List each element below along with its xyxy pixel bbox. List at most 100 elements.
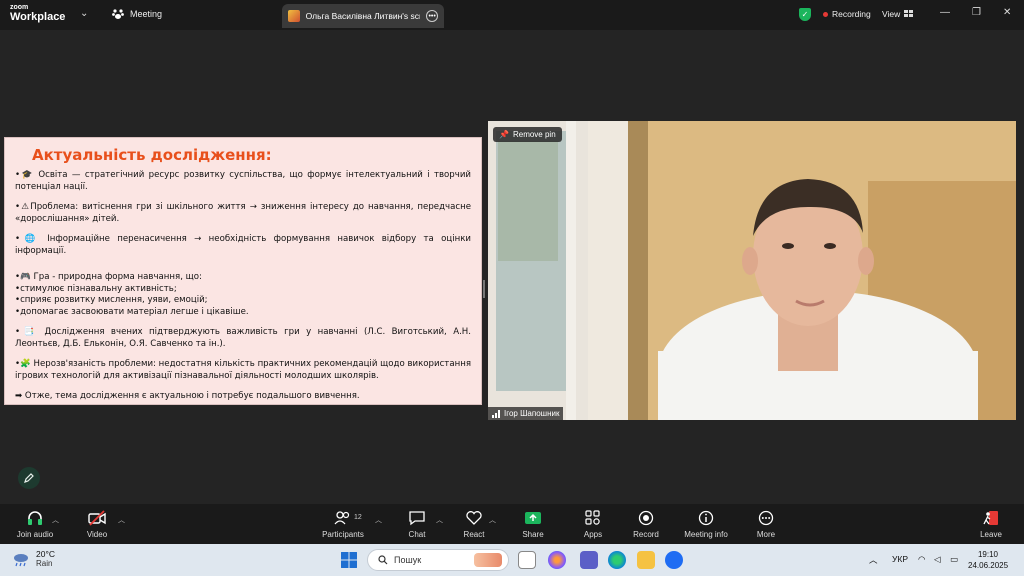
more-button[interactable]: More	[736, 510, 796, 539]
video-options-caret-icon[interactable]: ︿	[118, 515, 125, 525]
slide-paragraph: •⚠Проблема: витіснення гри зі шкільного …	[15, 202, 471, 224]
zoom-app-icon[interactable]	[665, 551, 683, 569]
pin-icon: 📌	[499, 130, 509, 139]
apps-button[interactable]: Apps	[563, 510, 623, 539]
slide-paragraph: •🧩 Нерозв'язаність проблеми: недостатня …	[15, 359, 471, 381]
more-options-icon[interactable]: •••	[426, 10, 438, 22]
join-audio-label: Join audio	[16, 530, 54, 539]
heart-icon	[466, 511, 482, 525]
participants-caret-icon[interactable]: ︿	[375, 515, 382, 525]
title-bar: zoom Workplace ⌄ Meeting Ольга Василівна…	[0, 0, 1024, 30]
remove-pin-label: Remove pin	[512, 130, 556, 139]
slide-paragraph: •🎓 Освіта — стратегічний ресурс розвитку…	[15, 170, 471, 192]
share-button[interactable]: Share	[503, 510, 563, 539]
paw-icon	[112, 9, 124, 19]
share-screen-icon	[525, 512, 541, 524]
avatar-icon	[288, 10, 300, 22]
minimize-icon[interactable]: —	[940, 7, 950, 18]
react-label: React	[463, 530, 485, 539]
temperature: 20°C	[36, 549, 55, 559]
system-clock[interactable]: 19:10 24.06.2025	[968, 549, 1008, 571]
leave-label: Leave	[980, 530, 1002, 539]
weather-condition: Rain	[36, 559, 53, 568]
slide-paragraph: ➡ Отже, тема дослідження є актуальною і …	[15, 391, 360, 401]
weather-widget[interactable]: 20°C Rain	[12, 549, 55, 568]
windows-taskbar: 20°C Rain Пошук ︿ УКР ◠ ◁ ▭ 19:10 24.06.…	[0, 544, 1024, 576]
participants-button[interactable]: Participants	[313, 510, 373, 539]
copilot-icon[interactable]	[548, 551, 566, 569]
show-hidden-icons-caret-icon[interactable]: ︿	[869, 554, 878, 566]
recording-dot-icon	[823, 11, 828, 17]
clock-date: 24.06.2025	[968, 561, 1009, 570]
recording-label: Recording	[832, 9, 871, 19]
video-off-icon	[88, 510, 106, 526]
video-frame-image	[488, 121, 1016, 420]
task-view-icon[interactable]	[518, 551, 536, 569]
wifi-icon[interactable]: ◠	[918, 554, 925, 565]
chat-caret-icon[interactable]: ︿	[436, 515, 443, 525]
teams-icon[interactable]	[580, 551, 598, 569]
share-tab-label: Ольга Василівна Литвин's scree	[305, 11, 421, 21]
pencil-icon	[24, 473, 34, 483]
participant-video[interactable]: 📌 Remove pin Ігор Шапошник	[488, 121, 1016, 420]
record-label: Record	[633, 530, 659, 539]
slide-list-item: •стимулює пізнавальну активність;	[15, 283, 177, 294]
headphones-icon	[28, 511, 42, 525]
resize-handle[interactable]	[483, 280, 485, 298]
signal-bars-icon	[492, 409, 500, 418]
info-icon	[698, 510, 714, 526]
screen-share-tab[interactable]: Ольга Василівна Литвин's scree •••	[282, 4, 444, 28]
slide-paragraph: •📑 Дослідження вчених підтверджують важл…	[15, 327, 471, 349]
recording-indicator[interactable]: Recording	[823, 9, 871, 19]
annotate-pencil-button[interactable]	[18, 467, 40, 489]
video-label: Video	[86, 530, 108, 539]
battery-icon[interactable]: ▭	[950, 554, 958, 565]
slide-paragraph: •🌐 Інформаційне перенасичення → необхідн…	[15, 234, 471, 256]
close-icon[interactable]: ✕	[1003, 7, 1011, 18]
participants-label: Participants	[322, 530, 364, 539]
record-icon	[638, 510, 654, 526]
language-indicator[interactable]: УКР	[892, 554, 908, 564]
apps-icon	[585, 510, 600, 525]
audio-options-caret-icon[interactable]: ︿	[52, 515, 59, 525]
slide-list-item: •сприяє розвитку мислення, уяви, емоцій;	[15, 295, 208, 305]
participants-icon	[334, 511, 350, 525]
meeting-menu[interactable]: Meeting	[112, 8, 162, 20]
leave-icon	[983, 511, 998, 525]
chevron-down-icon[interactable]: ⌄	[80, 8, 88, 19]
slide-list-item: •допомагає засвоювати матеріал легше і ц…	[15, 306, 249, 317]
meeting-info-button[interactable]: Meeting info	[676, 510, 736, 539]
file-explorer-icon[interactable]	[637, 551, 655, 569]
search-icon	[378, 555, 388, 565]
edge-icon[interactable]	[608, 551, 626, 569]
search-placeholder: Пошук	[394, 555, 422, 565]
windows-start-icon[interactable]	[340, 551, 358, 569]
meeting-label: Meeting	[130, 9, 163, 19]
view-grid-icon	[904, 10, 914, 17]
taskbar-search[interactable]: Пошук	[367, 549, 509, 571]
zoom-logo[interactable]: zoom Workplace	[10, 4, 65, 23]
react-caret-icon[interactable]: ︿	[489, 515, 496, 525]
participants-count: 12	[354, 514, 362, 521]
restore-icon[interactable]: ❐	[972, 7, 981, 18]
apps-label: Apps	[583, 530, 603, 539]
participant-name-tag: Ігор Шапошник	[488, 407, 564, 420]
meeting-toolbar: Join audio ︿ Video ︿ Participants 12 ︿ C…	[0, 504, 1024, 544]
search-highlight-image	[474, 553, 502, 567]
shared-screen-slide: Актуальність дослідження: •🎓 Освіта — ст…	[4, 137, 482, 405]
rain-cloud-icon	[14, 553, 28, 566]
volume-icon[interactable]: ◁	[934, 554, 941, 565]
clock-time: 19:10	[977, 550, 999, 559]
participant-name: Ігор Шапошник	[504, 409, 560, 418]
record-button[interactable]: Record	[616, 510, 676, 539]
chat-label: Chat	[408, 530, 426, 539]
remove-pin-button[interactable]: 📌 Remove pin	[493, 127, 562, 142]
encryption-shield-icon[interactable]: ✓	[799, 8, 811, 21]
logo-big-text: Workplace	[10, 11, 66, 23]
view-menu[interactable]: View	[882, 9, 914, 19]
leave-button[interactable]: Leave	[961, 510, 1021, 539]
logo-small-text: zoom	[10, 4, 29, 11]
meeting-info-label: Meeting info	[684, 530, 728, 539]
chat-icon	[409, 511, 425, 526]
slide-paragraph: •🎮 Гра - природна форма навчання, що:	[15, 272, 202, 282]
